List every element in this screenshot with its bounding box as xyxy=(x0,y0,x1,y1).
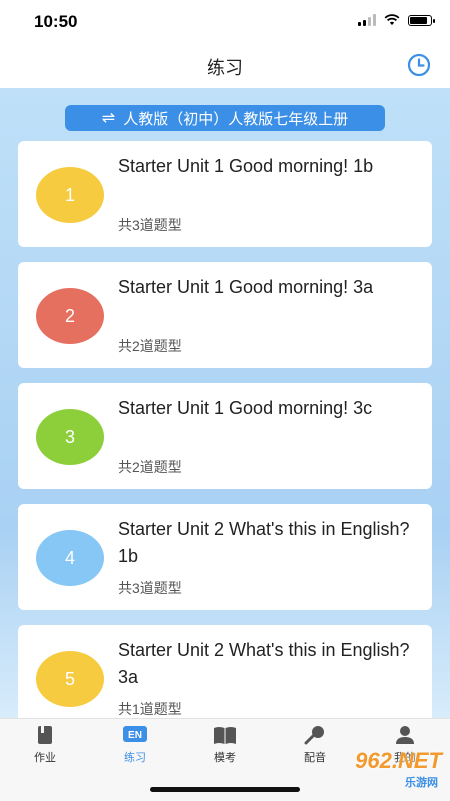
book-icon xyxy=(214,727,236,744)
watermark-logo: 962.NET xyxy=(355,748,442,773)
battery-icon xyxy=(408,14,435,26)
tab-label: 作业 xyxy=(34,752,56,764)
lesson-number-badge: 3 xyxy=(36,409,104,465)
tab-label: 配音 xyxy=(304,752,326,764)
tab-label: 练习 xyxy=(124,752,146,764)
swap-icon: ⇌ xyxy=(101,110,116,127)
lesson-number-badge: 1 xyxy=(36,167,104,223)
status-time: 10:50 xyxy=(34,12,78,31)
page-title: 练习 xyxy=(207,58,243,78)
lesson-card[interactable]: 2 Starter Unit 1 Good morning! 3a 共2道题型 xyxy=(18,262,432,368)
tab-mock-exam[interactable]: 模考 xyxy=(190,725,260,769)
question-type-count: 共1道题型 xyxy=(118,701,182,717)
version-label: 人教版（初中）人教版七年级上册 xyxy=(123,110,349,128)
lesson-card[interactable]: 1 Starter Unit 1 Good morning! 1b 共3道题型 xyxy=(18,141,432,247)
lesson-card[interactable]: 3 Starter Unit 1 Good morning! 3c 共2道题型 xyxy=(18,383,432,489)
history-clock-icon[interactable] xyxy=(406,52,432,78)
status-bar: 10:50 xyxy=(0,0,450,44)
question-type-count: 共2道题型 xyxy=(118,338,182,354)
lesson-title: Starter Unit 1 Good morning! 3a xyxy=(118,277,374,297)
person-icon xyxy=(396,726,414,744)
lesson-number-badge: 2 xyxy=(36,288,104,344)
tab-homework[interactable]: 作业 xyxy=(10,725,80,769)
tab-dubbing[interactable]: 配音 xyxy=(280,725,350,769)
nav-bar: 练习 xyxy=(0,44,450,88)
question-type-count: 共3道题型 xyxy=(118,217,182,233)
wifi-icon xyxy=(384,14,400,25)
en-practice-icon: EN xyxy=(123,726,147,742)
lesson-title: Starter Unit 1 Good morning! 1b xyxy=(118,156,374,176)
status-icons xyxy=(358,14,435,26)
lesson-list-area: ⇌ 人教版（初中）人教版七年级上册 1 Starter Unit 1 Good … xyxy=(0,88,450,718)
lesson-card[interactable]: 5 Starter Unit 2 What's this in English?… xyxy=(18,625,432,718)
tab-label: 模考 xyxy=(214,752,236,764)
watermark-subtext: 乐游网 xyxy=(405,777,438,789)
lesson-card[interactable]: 4 Starter Unit 2 What's this in English?… xyxy=(18,504,432,610)
signal-icon xyxy=(358,14,376,26)
lesson-title: Starter Unit 2 What's this in English? 3… xyxy=(118,640,410,687)
lesson-title: Starter Unit 2 What's this in English? 1… xyxy=(118,519,410,566)
lesson-number-badge: 4 xyxy=(36,530,104,586)
homework-icon xyxy=(38,726,52,744)
lesson-title: Starter Unit 1 Good morning! 3c xyxy=(118,398,373,418)
question-type-count: 共2道题型 xyxy=(118,459,182,475)
svg-text:EN: EN xyxy=(128,730,142,741)
lesson-number-badge: 5 xyxy=(36,651,104,707)
home-indicator xyxy=(150,787,300,792)
question-type-count: 共3道题型 xyxy=(118,580,182,596)
microphone-icon xyxy=(304,726,324,745)
version-switch-button[interactable]: ⇌ 人教版（初中）人教版七年级上册 xyxy=(65,105,385,131)
tab-practice[interactable]: EN 练习 xyxy=(100,725,170,769)
